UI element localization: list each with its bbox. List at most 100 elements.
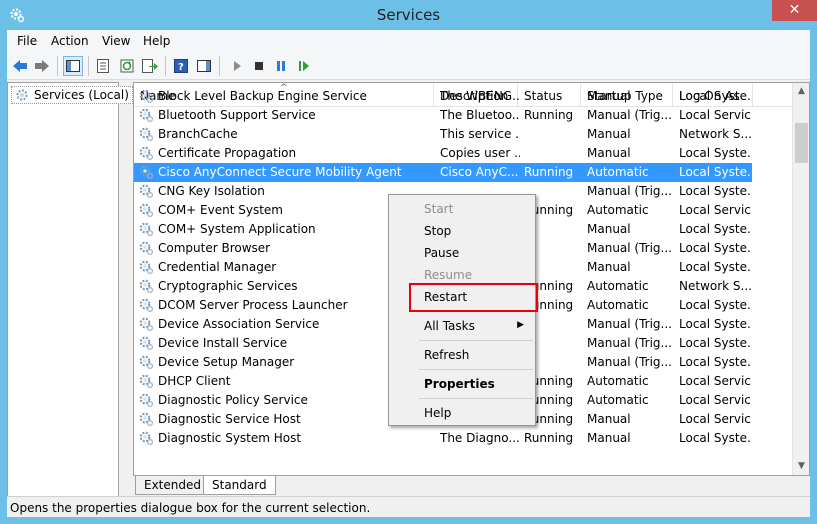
cell-logon: Local Service <box>679 108 751 122</box>
menu-item-pause[interactable]: Pause <box>390 242 534 264</box>
menu-item-stop[interactable]: Stop <box>390 220 534 242</box>
service-gear-icon <box>139 89 154 104</box>
cell-startup: Manual (Trig... <box>587 184 672 198</box>
start-icon <box>234 61 241 71</box>
services-gear-icon <box>16 89 28 101</box>
service-gear-icon <box>139 260 154 275</box>
menu-item-start[interactable]: Start <box>390 198 534 220</box>
table-row[interactable]: Cisco AnyConnect Secure Mobility Agent Ci… <box>134 163 752 182</box>
cell-logon: Local Syste... <box>679 431 751 445</box>
console-tree: Services (Local) <box>7 82 133 502</box>
toolbar: ? <box>7 52 810 80</box>
cell-startup: Manual (Trig... <box>587 336 672 350</box>
menu-view[interactable]: View <box>102 34 130 48</box>
service-gear-icon <box>139 222 154 237</box>
cell-logon: Local Service <box>679 412 751 426</box>
cell-description: Cisco AnyC... <box>440 165 519 179</box>
resume-icon <box>299 61 309 71</box>
restart-highlight-box <box>409 283 538 312</box>
cell-status: Running <box>524 165 574 179</box>
menu-item-all-tasks[interactable]: All Tasks ▶ <box>390 315 534 337</box>
menu-item-refresh[interactable]: Refresh <box>390 344 534 366</box>
cell-logon: Local Syste... <box>679 355 751 369</box>
cell-description: The WBENG... <box>440 89 520 103</box>
cell-logon: Local Syste... <box>679 89 751 103</box>
menu-action[interactable]: Action <box>51 34 89 48</box>
cell-name: BranchCache <box>158 127 238 141</box>
cell-startup: Manual <box>587 89 631 103</box>
cell-startup: Manual <box>587 127 631 141</box>
cell-logon: Local Service <box>679 374 751 388</box>
menu-file[interactable]: File <box>17 34 37 48</box>
cell-description: This service ... <box>440 127 520 141</box>
cell-logon: Local Service <box>679 393 751 407</box>
cell-name: Certificate Propagation <box>158 146 297 160</box>
stop-icon <box>255 62 263 70</box>
status-text: Opens the properties dialogue box for th… <box>10 501 371 515</box>
table-row[interactable]: BranchCache This service ... Manual Network… <box>134 125 752 144</box>
close-button[interactable]: ✕ <box>772 0 817 21</box>
service-gear-icon <box>139 165 154 180</box>
refresh-icon <box>120 59 134 73</box>
cell-startup: Automatic <box>587 165 649 179</box>
tree-item-services-local[interactable]: Services (Local) <box>11 86 133 104</box>
vertical-scrollbar[interactable]: ▲ ▼ <box>792 83 809 475</box>
cell-startup: Manual <box>587 146 631 160</box>
refresh-toolbar-button[interactable] <box>117 56 137 76</box>
cell-logon: Local Syste... <box>679 222 751 236</box>
scroll-thumb[interactable] <box>795 123 808 163</box>
menu-item-help[interactable]: Help <box>390 402 534 424</box>
service-gear-icon <box>139 431 154 446</box>
close-icon: ✕ <box>788 2 801 18</box>
cell-logon: Network S... <box>679 127 751 141</box>
cell-startup: Manual <box>587 412 631 426</box>
service-gear-icon <box>139 184 154 199</box>
pause-icon <box>277 61 285 71</box>
properties-toolbar-button[interactable] <box>93 56 113 76</box>
stop-service-button[interactable] <box>249 56 269 76</box>
help-icon: ? <box>174 59 188 73</box>
cell-startup: Manual (Trig... <box>587 317 672 331</box>
show-hide-console-tree-button[interactable] <box>63 56 83 76</box>
cell-startup: Manual (Trig... <box>587 108 672 122</box>
menu-item-properties[interactable]: Properties <box>390 373 534 395</box>
cell-logon: Local Syste... <box>679 165 751 179</box>
help-toolbar-button[interactable]: ? <box>171 56 191 76</box>
cell-startup: Manual (Trig... <box>587 355 672 369</box>
service-gear-icon <box>139 108 154 123</box>
forward-button[interactable] <box>32 56 52 76</box>
cell-name: Block Level Backup Engine Service <box>158 89 367 103</box>
export-list-button[interactable] <box>140 56 160 76</box>
scroll-down-icon[interactable]: ▼ <box>793 458 809 475</box>
table-row[interactable]: Certificate Propagation Copies user ... Ma… <box>134 144 752 163</box>
cell-startup: Automatic <box>587 393 649 407</box>
show-pane-icon <box>197 60 211 72</box>
view-tabs: Extended Standard <box>133 476 810 496</box>
submenu-arrow-icon: ▶ <box>517 320 524 330</box>
menu-help[interactable]: Help <box>143 34 170 48</box>
cell-name: Cisco AnyConnect Secure Mobility Agent <box>158 165 402 179</box>
show-action-pane-button[interactable] <box>194 56 214 76</box>
cell-startup: Manual <box>587 260 631 274</box>
service-gear-icon <box>139 298 154 313</box>
resume-service-button[interactable] <box>294 56 314 76</box>
menu-bar: File Action View Help <box>7 30 810 52</box>
service-gear-icon <box>139 355 154 370</box>
table-row[interactable]: Diagnostic System Host The Diagno... Runni… <box>134 429 752 448</box>
table-row[interactable]: Block Level Backup Engine Service The WBE… <box>134 87 752 106</box>
menu-item-label: All Tasks <box>424 319 475 333</box>
forward-icon <box>35 60 49 72</box>
tab-standard[interactable]: Standard <box>203 476 276 495</box>
service-gear-icon <box>139 412 154 427</box>
back-button[interactable] <box>10 56 30 76</box>
cell-logon: Local Syste... <box>679 336 751 350</box>
table-row[interactable]: Bluetooth Support Service The Bluetoo... R… <box>134 106 752 125</box>
service-gear-icon <box>139 127 154 142</box>
start-service-button[interactable] <box>227 56 247 76</box>
export-icon <box>142 59 158 73</box>
tab-extended[interactable]: Extended <box>135 476 210 495</box>
cell-logon: Local Syste... <box>679 317 751 331</box>
scroll-up-icon[interactable]: ▲ <box>793 83 809 100</box>
pause-service-button[interactable] <box>271 56 291 76</box>
svg-text:?: ? <box>178 62 184 73</box>
